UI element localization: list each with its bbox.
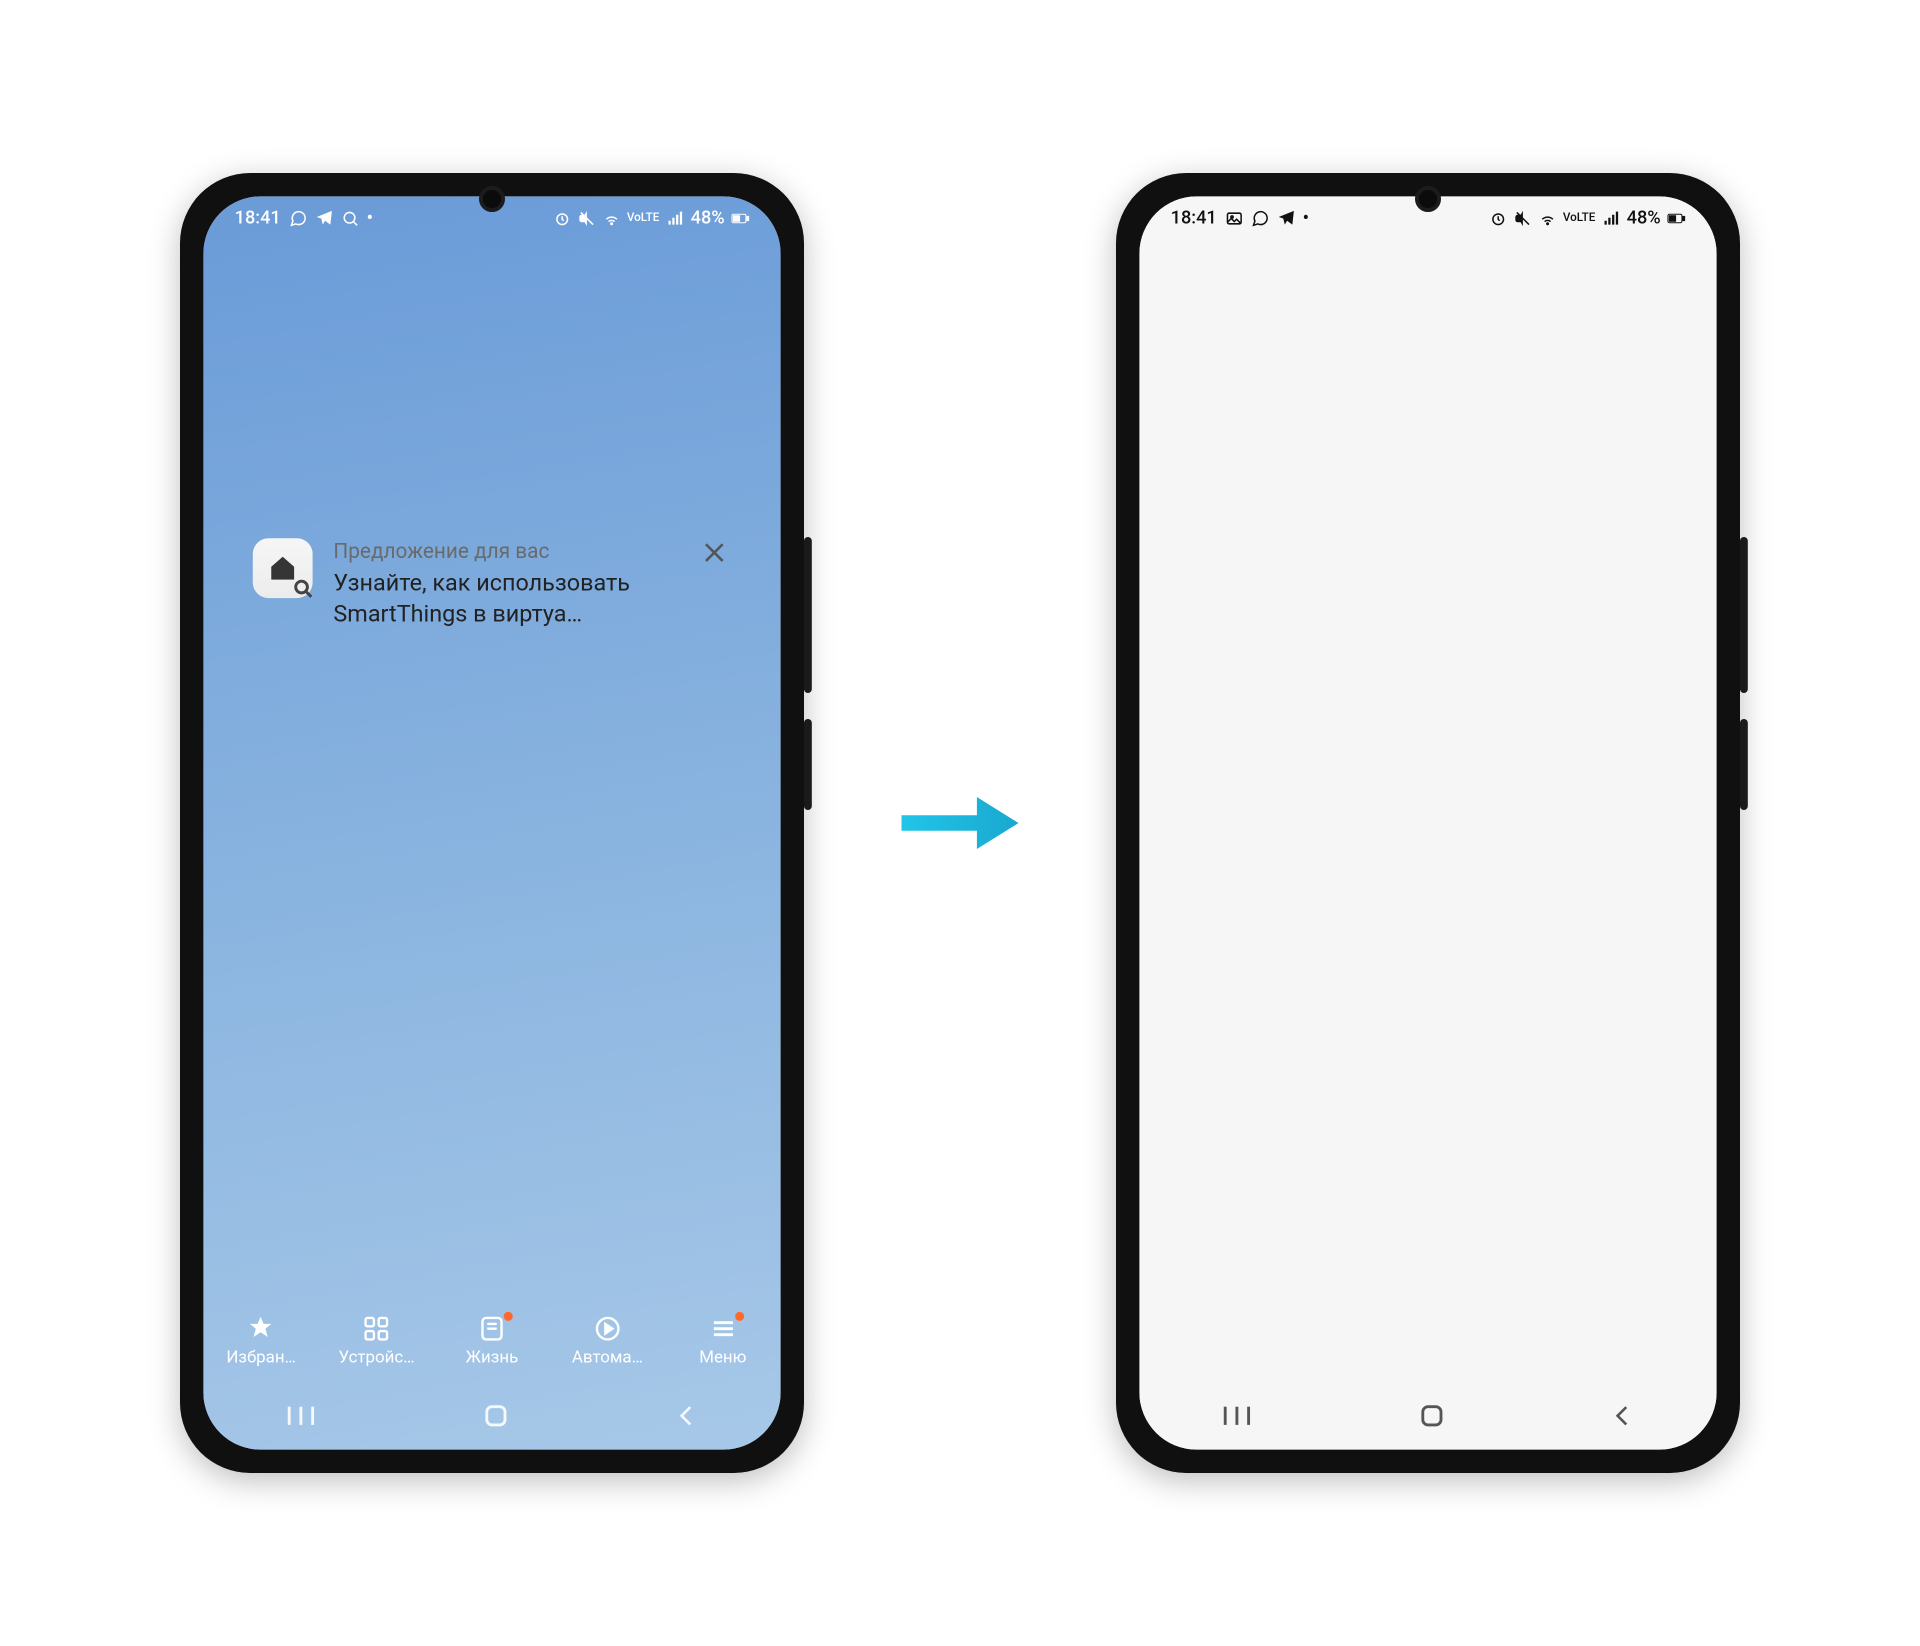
suggestion-eyebrow: Предложение для вас xyxy=(333,538,731,563)
tab-label: Избран… xyxy=(226,1348,296,1368)
power-button[interactable] xyxy=(1740,719,1748,810)
tab-label: Устройс… xyxy=(338,1348,414,1368)
tab-life[interactable]: Жизнь xyxy=(440,1314,544,1367)
battery-pct: 48% xyxy=(691,208,725,229)
chat-icon xyxy=(1251,209,1269,227)
back-button[interactable] xyxy=(674,1403,700,1434)
battery-icon xyxy=(731,209,749,227)
status-time: 18:41 xyxy=(235,208,281,229)
tab-label: Меню xyxy=(699,1348,746,1368)
status-dot: • xyxy=(1303,208,1309,229)
notification-dot xyxy=(735,1311,744,1320)
power-button[interactable] xyxy=(804,719,812,810)
home-button[interactable] xyxy=(1416,1400,1447,1436)
notification-dot xyxy=(504,1311,513,1320)
tab-label: Автома… xyxy=(572,1348,643,1368)
image-status-icon xyxy=(1225,209,1243,227)
mute-icon xyxy=(577,209,595,227)
menu-icon xyxy=(709,1314,738,1343)
life-icon xyxy=(478,1314,507,1343)
suggestion-icon xyxy=(253,538,313,598)
signal-icon xyxy=(1602,209,1620,227)
tab-label: Жизнь xyxy=(466,1348,519,1368)
telegram-icon xyxy=(315,209,333,227)
alarm-icon xyxy=(1489,209,1507,227)
suggestion-text: Узнайте, как использовать SmartThings в … xyxy=(333,568,731,631)
search-status-icon xyxy=(341,209,359,227)
volume-button[interactable] xyxy=(1740,537,1748,693)
play-circle-icon xyxy=(593,1314,622,1343)
back-button[interactable] xyxy=(1610,1403,1636,1434)
system-navbar xyxy=(203,1387,780,1449)
arrow-icon xyxy=(895,784,1025,862)
star-icon xyxy=(247,1314,276,1343)
grid-icon xyxy=(362,1314,391,1343)
front-camera xyxy=(1415,186,1441,212)
status-dot: • xyxy=(367,208,373,229)
battery-pct: 48% xyxy=(1627,208,1661,229)
tab-devices[interactable]: Устройс… xyxy=(325,1314,429,1367)
alarm-icon xyxy=(553,209,571,227)
background xyxy=(1139,196,1716,1449)
front-camera xyxy=(479,186,505,212)
signal-icon xyxy=(666,209,684,227)
tab-automation[interactable]: Автома… xyxy=(555,1314,659,1367)
recents-button[interactable] xyxy=(284,1403,318,1434)
phone-right: 18:41 • VoLTE 48% Добав xyxy=(1116,173,1740,1473)
wifi-icon xyxy=(1538,209,1556,227)
close-icon[interactable] xyxy=(700,538,729,567)
bottom-tabbar: Избран… Устройс… Жизнь Автома… xyxy=(203,1294,780,1388)
wallpaper xyxy=(203,196,780,1449)
mute-icon xyxy=(1513,209,1531,227)
tab-favorites[interactable]: Избран… xyxy=(209,1314,313,1367)
status-time: 18:41 xyxy=(1171,208,1217,229)
recents-button[interactable] xyxy=(1220,1403,1254,1434)
system-navbar xyxy=(1139,1387,1716,1449)
volume-button[interactable] xyxy=(804,537,812,693)
volte-label: VoLTE xyxy=(1563,213,1596,225)
tab-menu[interactable]: Меню xyxy=(671,1314,775,1367)
phone-left: 18:41 • VoLTE 48% xyxy=(180,173,804,1473)
telegram-icon xyxy=(1277,209,1295,227)
home-button[interactable] xyxy=(480,1400,511,1436)
wifi-icon xyxy=(602,209,620,227)
battery-icon xyxy=(1667,209,1685,227)
volte-label: VoLTE xyxy=(627,213,660,225)
chat-icon xyxy=(289,209,307,227)
